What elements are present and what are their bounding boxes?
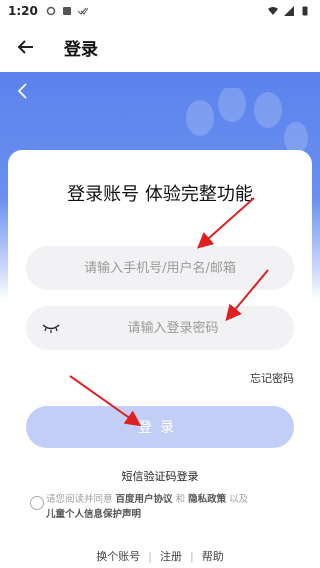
footer-links: 换个账号 | 注册 | 帮助 — [0, 548, 320, 564]
login-button[interactable]: 登录 — [26, 406, 294, 448]
app-bar: 登录 — [0, 22, 320, 72]
double-check-icon — [77, 7, 88, 15]
shield-icon — [62, 7, 71, 15]
status-system-icons — [268, 6, 310, 16]
agreement-text: 请您阅读并同意 百度用户协议 和 隐私政策 以及儿童个人信息保护声明 — [46, 492, 296, 522]
chevron-left-icon[interactable] — [12, 80, 34, 102]
help-link[interactable]: 帮助 — [202, 550, 224, 563]
footer-divider: | — [190, 550, 194, 563]
settings-icon — [46, 6, 56, 16]
agreement-checkbox[interactable] — [30, 496, 44, 510]
eye-closed-icon[interactable] — [42, 322, 60, 334]
status-notification-icons — [46, 6, 88, 16]
agreement-and: 和 — [172, 494, 189, 505]
children-policy-link[interactable]: 儿童个人信息保护声明 — [46, 509, 141, 520]
user-agreement-link[interactable]: 百度用户协议 — [116, 494, 173, 505]
privacy-policy-link[interactable]: 隐私政策 — [188, 494, 226, 505]
battery-icon — [302, 6, 308, 16]
back-arrow-icon[interactable] — [14, 35, 38, 59]
status-time: 1:20 — [8, 4, 38, 18]
page-title: 登录 — [64, 39, 98, 60]
footer-divider: | — [148, 550, 152, 563]
forgot-password-link[interactable]: 忘记密码 — [250, 370, 294, 386]
switch-account-link[interactable]: 换个账号 — [96, 550, 140, 563]
username-input[interactable] — [26, 246, 294, 290]
status-bar: 1:20 — [0, 0, 320, 22]
signal-icon — [284, 6, 294, 16]
agreement-prefix: 请您阅读并同意 — [46, 494, 116, 505]
password-input[interactable] — [26, 306, 294, 350]
register-link[interactable]: 注册 — [160, 550, 182, 563]
login-headline: 登录账号 体验完整功能 — [67, 184, 253, 205]
login-card: 登录账号 体验完整功能 忘记密码 登录 短信验证码登录 请您阅读并同意 百度用户… — [8, 150, 312, 520]
agreement-and-2: 以及 — [226, 494, 249, 505]
wifi-icon — [268, 7, 278, 15]
sms-login-link[interactable]: 短信验证码登录 — [8, 468, 312, 484]
